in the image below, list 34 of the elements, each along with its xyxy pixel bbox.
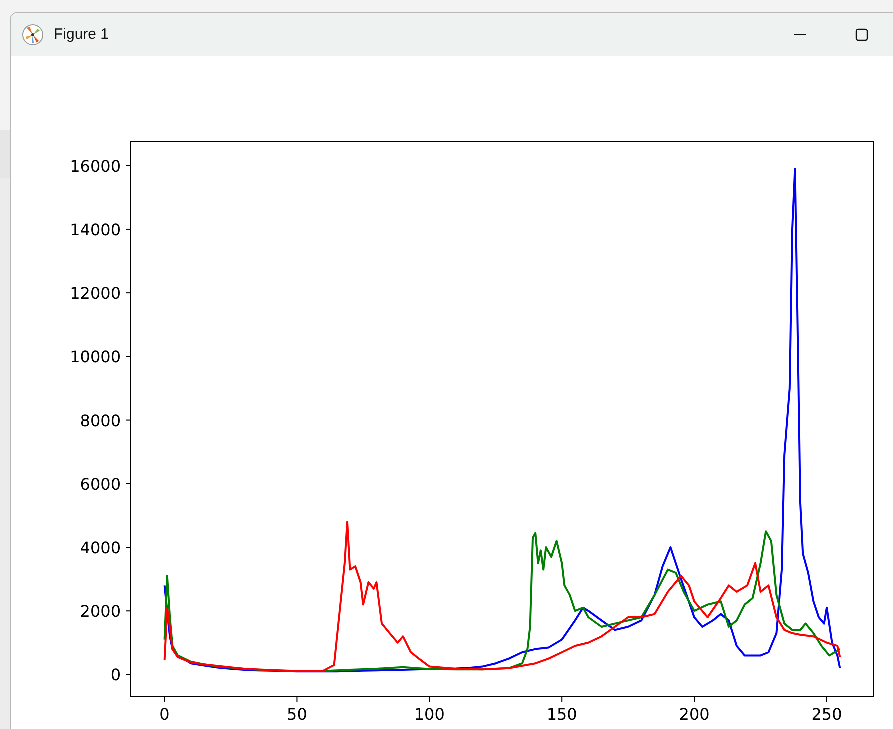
- tick-mark: [126, 547, 132, 548]
- y-tick-label: 0: [110, 666, 121, 685]
- tick-mark: [126, 610, 132, 612]
- maximize-icon: [855, 28, 869, 42]
- y-tick-label: 6000: [80, 474, 121, 494]
- tick-mark: [562, 696, 563, 702]
- window-title: Figure 1: [54, 26, 110, 43]
- tick-mark: [826, 696, 828, 702]
- tick-mark: [429, 696, 430, 702]
- y-tick-label: 16000: [70, 156, 121, 176]
- tick-mark: [126, 483, 132, 484]
- tick-mark: [126, 420, 132, 421]
- tick-mark: [126, 292, 132, 294]
- y-tick-label: 14000: [70, 220, 121, 240]
- tick-mark: [164, 696, 166, 702]
- tick-mark: [296, 696, 298, 702]
- y-tick-label: 2000: [80, 602, 121, 622]
- tick-mark: [126, 674, 132, 676]
- minimize-icon: [794, 34, 806, 35]
- x-tick-label: 0: [160, 705, 170, 724]
- tick-mark: [126, 165, 132, 166]
- x-tick-label: 200: [679, 705, 710, 724]
- tick-mark: [126, 356, 132, 358]
- x-tick-label: 150: [546, 705, 578, 724]
- x-tick-label: 250: [812, 705, 842, 724]
- y-tick-label: 10000: [70, 348, 121, 367]
- tick-mark: [126, 228, 132, 230]
- x-tick-label: 50: [287, 705, 308, 724]
- y-tick-label: 8000: [80, 411, 121, 430]
- y-tick-label: 12000: [70, 284, 121, 304]
- x-tick-label: 100: [414, 705, 445, 724]
- app-icon: [22, 24, 44, 46]
- y-tick-label: 4000: [80, 538, 121, 558]
- tick-mark: [694, 696, 696, 702]
